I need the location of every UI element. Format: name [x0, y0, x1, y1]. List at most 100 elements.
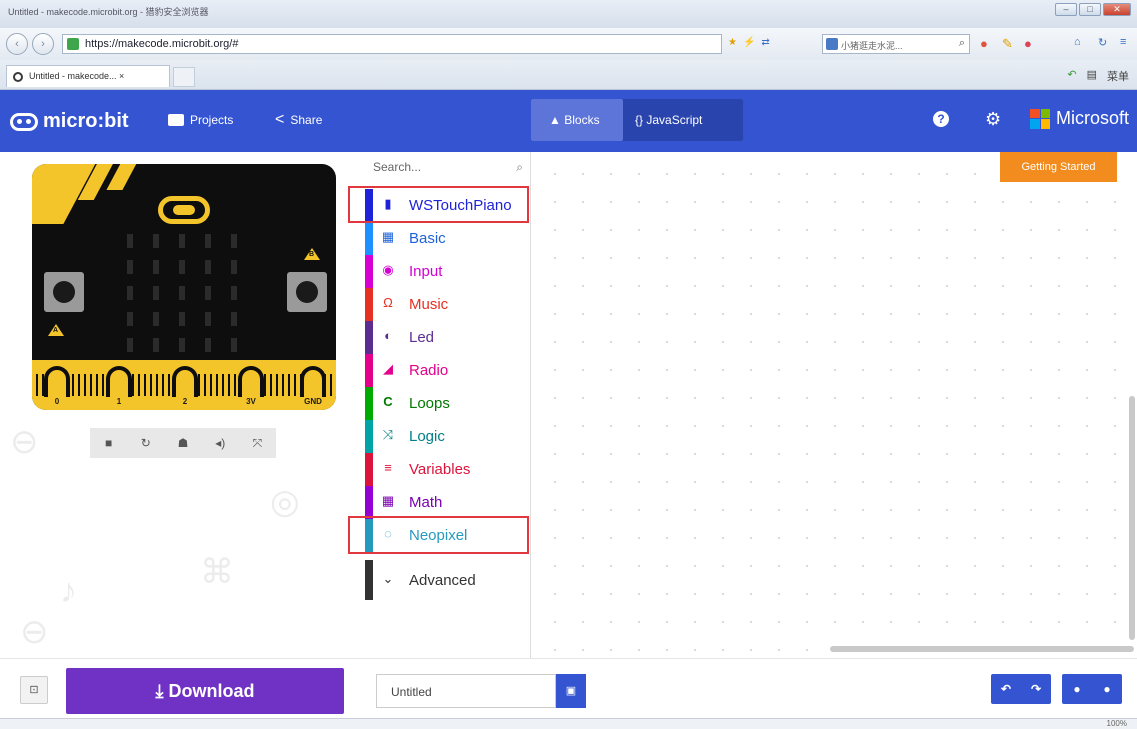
led[interactable]: [153, 312, 159, 326]
browser-menu-label[interactable]: 菜单: [1107, 68, 1129, 84]
doodle-icon: ⌘: [200, 553, 234, 591]
refresh-icon[interactable]: ↻: [1098, 36, 1107, 49]
led[interactable]: [179, 338, 185, 352]
led[interactable]: [231, 260, 237, 274]
led[interactable]: [179, 260, 185, 274]
led[interactable]: [127, 338, 133, 352]
led[interactable]: [179, 234, 185, 248]
category-music[interactable]: Ω Music: [365, 288, 531, 321]
close-window-button[interactable]: ✕: [1103, 3, 1131, 16]
vertical-scrollbar[interactable]: [1129, 396, 1135, 640]
fullscreen-icon[interactable]: ⤧: [239, 428, 276, 458]
lightning-icon[interactable]: ⚡: [743, 37, 755, 48]
save-button[interactable]: ▣: [556, 674, 586, 708]
led[interactable]: [127, 286, 133, 300]
share-button[interactable]: < Share: [275, 112, 323, 128]
led[interactable]: [205, 260, 211, 274]
projects-button[interactable]: Projects: [168, 113, 233, 127]
pin-label: 3V: [236, 397, 266, 406]
back-arrow-icon[interactable]: ↶: [1067, 68, 1076, 84]
help-icon[interactable]: ?: [933, 111, 949, 127]
led[interactable]: [153, 338, 159, 352]
target-icon: ◉: [382, 262, 394, 277]
led[interactable]: [205, 312, 211, 326]
project-name-input[interactable]: Untitled: [376, 674, 556, 708]
stop-icon[interactable]: ■: [90, 428, 127, 458]
download-button[interactable]: ⤓ Download: [66, 668, 344, 714]
forward-button[interactable]: ›: [32, 33, 54, 55]
browser-titlebar: Untitled - makecode.microbit.org - 猎豹安全浏…: [0, 0, 1137, 28]
led[interactable]: [153, 260, 159, 274]
menu-icon[interactable]: ≡: [1120, 36, 1126, 48]
gear-icon[interactable]: ⚙: [985, 109, 1001, 130]
category-input[interactable]: ◉ Input: [365, 255, 531, 288]
maximize-button[interactable]: □: [1079, 3, 1101, 16]
bookmark-icon[interactable]: ★: [728, 37, 737, 48]
category-advanced[interactable]: ⌄ Advanced: [365, 560, 531, 600]
zoom-group: ● ●: [1062, 674, 1122, 704]
category-led[interactable]: ◐ Led: [365, 321, 531, 354]
category-basic[interactable]: ▦ Basic: [365, 222, 531, 255]
category-radio[interactable]: ◢ Radio: [365, 354, 531, 387]
browser-tab[interactable]: Untitled - makecode... ×: [6, 65, 170, 87]
led[interactable]: [153, 234, 159, 248]
profile-icon[interactable]: ●: [1024, 36, 1032, 51]
sound-icon[interactable]: ◂): [202, 428, 239, 458]
button-a[interactable]: [44, 272, 84, 312]
search-engine-icon: [826, 38, 838, 50]
key-icon[interactable]: ✎: [1002, 36, 1013, 52]
back-button[interactable]: ‹: [6, 33, 28, 55]
restart-icon[interactable]: ↻: [127, 428, 164, 458]
category-logic[interactable]: ⤨ Logic: [365, 420, 531, 453]
led[interactable]: [205, 286, 211, 300]
pin-label: 0: [42, 397, 72, 406]
led[interactable]: [231, 234, 237, 248]
blocks-workspace[interactable]: Getting Started: [531, 152, 1137, 658]
led[interactable]: [179, 286, 185, 300]
led[interactable]: [153, 286, 159, 300]
zoom-out-button[interactable]: ●: [1092, 674, 1122, 704]
page-icon[interactable]: ▤: [1087, 68, 1097, 84]
redo-button[interactable]: ↷: [1021, 674, 1051, 704]
button-b[interactable]: [287, 272, 327, 312]
undo-button[interactable]: ↶: [991, 674, 1021, 704]
extension-icon[interactable]: ●: [980, 36, 988, 51]
microbit-logo[interactable]: micro:bit: [10, 110, 129, 133]
led[interactable]: [205, 338, 211, 352]
led[interactable]: [231, 338, 237, 352]
toolbox-search-input[interactable]: Search... ⌕: [373, 160, 525, 182]
shuffle-icon: ⤨: [382, 427, 394, 442]
search-icon[interactable]: ⌕: [959, 37, 965, 50]
debug-icon[interactable]: ☗: [164, 428, 201, 458]
javascript-tab[interactable]: {} JavaScript: [635, 113, 702, 127]
share-label: Share: [290, 113, 323, 127]
category-math[interactable]: ▦ Math: [365, 486, 531, 519]
doodle-icon: ♪: [60, 572, 77, 610]
brand-label: Microsoft: [1056, 108, 1130, 128]
horizontal-scrollbar[interactable]: [830, 646, 1134, 652]
getting-started-button[interactable]: Getting Started: [1000, 152, 1117, 182]
new-tab-button[interactable]: [173, 67, 195, 87]
led[interactable]: [127, 234, 133, 248]
led[interactable]: [127, 312, 133, 326]
blocks-tab[interactable]: ▲ Blocks: [531, 99, 623, 141]
zoom-level[interactable]: 100%: [1107, 719, 1127, 728]
home-icon[interactable]: ⌂: [1074, 36, 1081, 48]
translate-icon[interactable]: ⇄: [761, 37, 769, 48]
browser-search-box[interactable]: 小猪逛走水泥... ⌕: [822, 34, 970, 54]
tab-right-tools: ↶ ▤ 菜单: [1067, 68, 1129, 84]
address-bar[interactable]: https://makecode.microbit.org/#: [62, 34, 722, 54]
category-variables[interactable]: ≡ Variables: [365, 453, 531, 486]
led[interactable]: [231, 286, 237, 300]
collapse-simulator-button[interactable]: ⊡: [20, 676, 48, 704]
zoom-in-button[interactable]: ●: [1062, 674, 1092, 704]
microsoft-logo[interactable]: Microsoft: [1030, 108, 1129, 129]
minimize-button[interactable]: –: [1055, 3, 1077, 16]
led[interactable]: [205, 234, 211, 248]
url-text[interactable]: https://makecode.microbit.org/#: [85, 38, 238, 50]
led[interactable]: [179, 312, 185, 326]
led[interactable]: [127, 260, 133, 274]
category-label: Led: [409, 329, 435, 346]
category-loops[interactable]: C Loops: [365, 387, 531, 420]
led[interactable]: [231, 312, 237, 326]
